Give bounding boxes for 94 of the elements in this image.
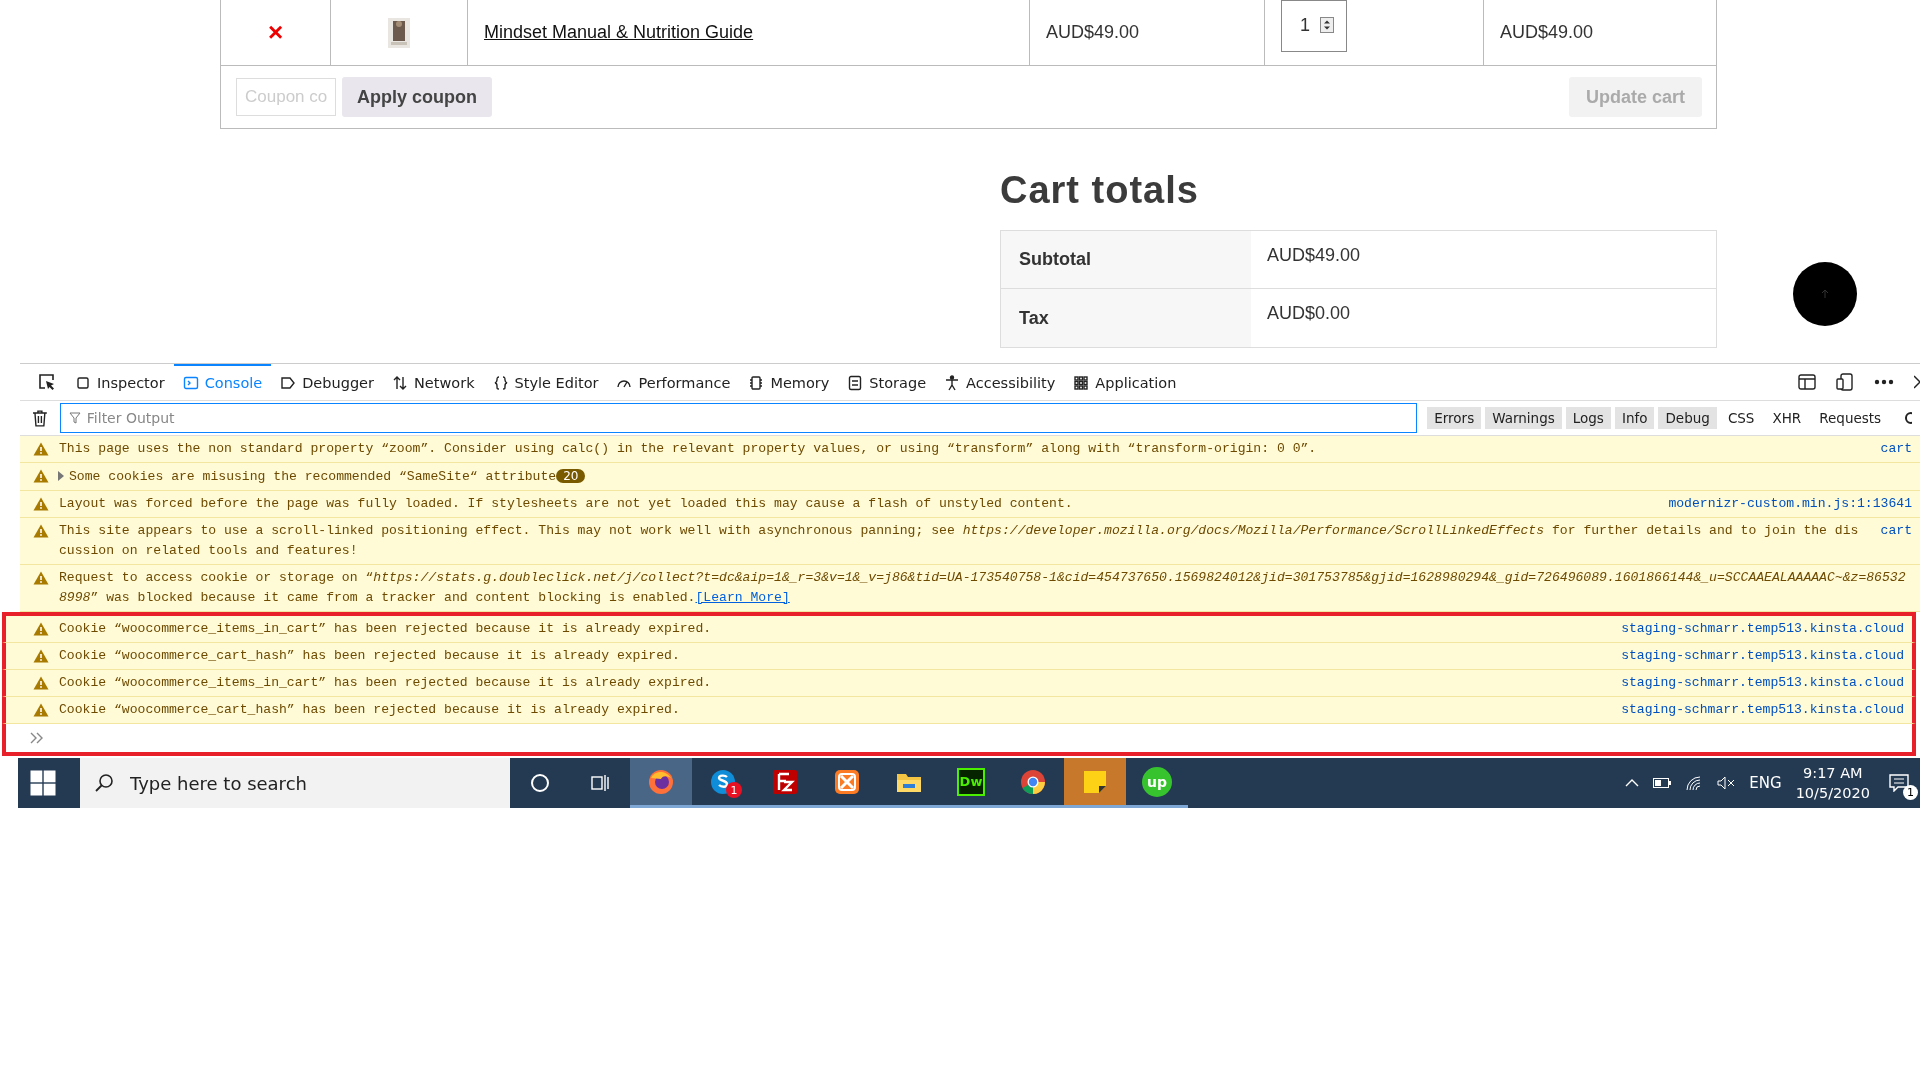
source-link[interactable]: staging-schmarr.temp513.kinsta.cloud (1621, 700, 1904, 720)
app-icon: Dw (957, 767, 985, 796)
console-message: Cookie “woocommerce_cart_hash” has been rejected because it is already expired. (59, 702, 680, 717)
console-message: Cookie “woocommerce_items_in_cart” has been rejected because it is already expired. (59, 675, 712, 690)
quantity-field[interactable]: 1 (1281, 0, 1347, 52)
warning-icon (33, 497, 49, 511)
chevron-up-icon[interactable] (1625, 779, 1640, 787)
language-indicator[interactable]: ENG (1749, 774, 1782, 792)
prompt-chevron-icon (30, 732, 44, 744)
element-picker-icon[interactable] (38, 373, 56, 391)
log-filter-button[interactable]: CSS (1720, 407, 1762, 429)
source-link[interactable]: cart (1880, 439, 1912, 459)
console-message: Request to access cookie or storage on “https://stats.g.doubleclick.net/j/collect?t=dc&aip=1&_r=3&v=1&_v=j86&tid=UA-173540758-1&cid=454737650.1569824012&jid=301753785&gjid=1628980294&_gid=726496089.1601866144&_u=SCCAAEALAAAAAC~&z=865328998” was blocked because it came from a tracker and content blocking is enabled.[Learn More] (59, 570, 1906, 605)
braces-icon (492, 375, 509, 391)
app-icon (1019, 767, 1047, 796)
warning-icon (33, 524, 49, 538)
expand-arrow-icon[interactable] (57, 471, 65, 481)
log-filter-button[interactable]: Errors (1427, 407, 1482, 429)
trash-icon[interactable] (32, 409, 48, 427)
source-link[interactable]: staging-schmarr.temp513.kinsta.cloud (1621, 646, 1904, 666)
log-filter-button[interactable]: Logs (1565, 407, 1611, 429)
console-message: This site appears to use a scroll-linked positioning effect. This may not work well with asynchronous panning; see https://developer.mozilla.org/docs/Mozilla/Performance/ScrollLinkedEffects for further details and to join the discussion on related tools and features! (59, 523, 1859, 558)
source-link[interactable]: modernizr-custom.min.js:1:13641 (1668, 494, 1912, 514)
task-view-icon (590, 773, 610, 793)
console-message: Cookie “woocommerce_items_in_cart” has been rejected because it is already expired. (59, 621, 712, 636)
devtools-tab[interactable]: Accessibility (935, 364, 1065, 400)
price-text: AUD$49.00 (1046, 22, 1140, 43)
learn-more-link[interactable]: [Learn More] (695, 590, 790, 605)
filter-input[interactable]: Filter Output (59, 403, 1418, 433)
product-link[interactable]: Mindset Manual & Nutrition Guide (484, 22, 754, 43)
totals-label: Subtotal (1019, 249, 1091, 270)
warning-icon (33, 676, 49, 690)
app-icon: up (1142, 766, 1172, 797)
circle-icon (530, 773, 550, 793)
layout-icon[interactable] (1798, 374, 1816, 390)
log-filter-button[interactable]: Info (1614, 407, 1655, 429)
person-icon (944, 375, 961, 391)
up-down-arrows-icon (392, 375, 408, 391)
cart-totals-heading: Cart totals (1000, 169, 1200, 212)
warning-icon (33, 571, 49, 585)
terminal-icon (182, 375, 199, 391)
source-link[interactable]: staging-schmarr.temp513.kinsta.cloud (1621, 673, 1904, 693)
taskbar-app-button[interactable]: 1 (692, 758, 754, 808)
totals-value: AUD$49.00 (1267, 245, 1361, 265)
notification-badge: 1 (726, 782, 742, 798)
devtools-tab[interactable]: Debugger (271, 364, 383, 400)
apply-coupon-button[interactable]: Apply coupon (342, 77, 492, 117)
devtools-tab[interactable]: Network (383, 364, 484, 400)
warning-icon (33, 469, 49, 483)
battery-icon[interactable] (1653, 778, 1672, 788)
devtools-tab[interactable]: Memory (739, 364, 839, 400)
app-icon (833, 767, 861, 796)
warning-icon (33, 622, 49, 636)
log-filter-button[interactable]: XHR (1765, 407, 1809, 429)
message-count-badge: 20 (556, 469, 586, 483)
warning-icon (33, 703, 49, 717)
devtools-tab[interactable]: Style Editor (483, 364, 608, 400)
app-icon (771, 767, 799, 796)
clock[interactable]: 9:17 AM 10/5/2020 (1795, 763, 1870, 803)
settings-icon[interactable] (1904, 411, 1912, 425)
app-icon (647, 767, 675, 796)
document-icon (847, 375, 864, 391)
subtotal-text: AUD$49.00 (1500, 22, 1594, 43)
totals-value: AUD$0.00 (1267, 303, 1351, 323)
muted-speaker-icon[interactable] (1717, 776, 1736, 790)
chip-icon (748, 375, 765, 391)
console-message: Some cookies are misusing the recommended “SameSite“ attribute (69, 469, 557, 484)
devtools-tab[interactable]: Inspector (66, 364, 174, 400)
devtools-tab[interactable]: Application (1064, 364, 1186, 400)
log-filter-button[interactable]: Debug (1658, 407, 1717, 429)
log-filter-button[interactable]: Warnings (1485, 407, 1562, 429)
message-icon (1889, 774, 1909, 792)
warning-icon (33, 442, 49, 456)
tag-icon (280, 375, 297, 391)
close-icon[interactable] (1914, 375, 1920, 389)
devtools-tab[interactable]: Storage (838, 364, 936, 400)
responsive-design-icon[interactable] (1836, 373, 1854, 391)
console-message: Layout was forced before the page was fully loaded. If stylesheets are not yet loaded this may cause a flash of unstyled content. (59, 496, 1073, 511)
remove-item-button[interactable]: × (267, 17, 284, 48)
spinner-icon[interactable] (1320, 16, 1334, 33)
grid-icon (1073, 375, 1090, 391)
square-icon (75, 375, 91, 391)
source-link[interactable]: cart (1880, 521, 1912, 541)
console-message: Cookie “woocommerce_cart_hash” has been rejected because it is already expired. (59, 648, 680, 663)
taskbar-search-field[interactable]: Type here to search (80, 758, 510, 808)
warning-icon (33, 649, 49, 663)
log-filter-button[interactable]: Requests (1812, 407, 1889, 429)
taskbar-app-button[interactable]: Dw (940, 758, 1002, 808)
more-options-icon[interactable] (1874, 379, 1894, 385)
devtools-tab[interactable]: Performance (607, 364, 740, 400)
totals-label: Tax (1019, 307, 1049, 329)
arrow-up-icon (1819, 288, 1831, 300)
source-link[interactable]: staging-schmarr.temp513.kinsta.cloud (1621, 619, 1904, 639)
console-message: This page uses the non standard property “zoom”. Consider using calc() in the relevant property values, or using “transform” along with “transform-origin: 0 0”. (59, 441, 1317, 456)
